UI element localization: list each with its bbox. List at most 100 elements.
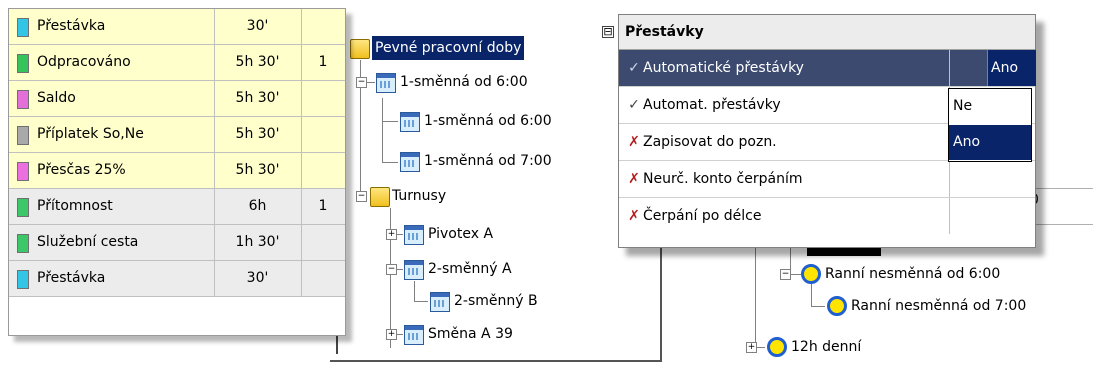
color-swatch bbox=[17, 270, 29, 289]
tree-connector bbox=[382, 98, 383, 162]
row-value: 30' bbox=[214, 9, 302, 44]
row-label: Odpracováno bbox=[37, 54, 131, 70]
time-summary-table: Přestávka 30' Odpracováno 5h 30' 1 Saldo… bbox=[8, 8, 346, 336]
row-value: 5h 30' bbox=[214, 45, 302, 80]
expand-toggle[interactable]: − bbox=[356, 191, 367, 202]
tree-node-label: 2-směnný A bbox=[428, 261, 512, 277]
table-row[interactable]: Přesčas 25% 5h 30' bbox=[9, 153, 345, 189]
cross-icon: ✗ bbox=[628, 171, 640, 187]
color-swatch bbox=[17, 90, 29, 109]
tree-connector bbox=[811, 284, 812, 306]
tree-node-label: Pivotex A bbox=[428, 226, 494, 242]
tree-connector bbox=[757, 347, 765, 348]
table-row[interactable]: Přestávka 30' bbox=[9, 261, 345, 297]
calendar-icon bbox=[404, 325, 424, 345]
tree-connector bbox=[397, 234, 403, 235]
sun-icon bbox=[767, 337, 787, 357]
property-name-cell: ✓ Automat. přestávky bbox=[619, 87, 950, 123]
tree-node-label: Směna A 39 bbox=[428, 326, 513, 342]
tree-node-label: 2-směnný B bbox=[454, 293, 538, 309]
tree-connector bbox=[811, 306, 825, 307]
row-count bbox=[301, 81, 345, 116]
row-label: Příplatek So,Ne bbox=[37, 126, 144, 142]
row-name-cell: Odpracováno bbox=[9, 45, 215, 80]
shift-tree-panel: Pevné pracovní doby − 1-směnná od 6:00 1… bbox=[330, 18, 662, 362]
row-count bbox=[301, 261, 345, 296]
value-dropdown-list[interactable]: Ne Ano bbox=[948, 88, 1032, 162]
row-label: Saldo bbox=[37, 90, 76, 106]
obscured-item bbox=[807, 248, 881, 256]
collapse-group-icon[interactable]: ⊟ bbox=[602, 26, 614, 38]
table-row[interactable]: Přítomnost 6h 1 bbox=[9, 189, 345, 225]
property-name-cell: ✓ Automatické přestávky bbox=[619, 50, 950, 86]
tree-node-label: Ranní nesměnná od 7:00 bbox=[851, 298, 1027, 314]
tree-node-label: 1-směnná od 6:00 bbox=[400, 74, 528, 90]
shift-subtree: − Ranní nesměnná od 6:00 Ranní nesměnná … bbox=[735, 248, 1093, 370]
row-count bbox=[301, 225, 345, 260]
property-value-select[interactable]: Ano bbox=[987, 50, 1036, 86]
open-folder-icon bbox=[350, 39, 370, 59]
expand-toggle[interactable]: − bbox=[780, 269, 791, 280]
row-name-cell: Příplatek So,Ne bbox=[9, 117, 215, 152]
tree-node-label: 1-směnná od 7:00 bbox=[424, 153, 552, 169]
row-value: 5h 30' bbox=[214, 117, 302, 152]
row-name-cell: Přestávka bbox=[9, 9, 215, 44]
dropdown-option-ano[interactable]: Ano bbox=[949, 125, 1031, 160]
tree-node-root-label: Pevné pracovní doby bbox=[372, 36, 525, 60]
row-label: Služební cesta bbox=[37, 234, 139, 250]
check-icon: ✓ bbox=[628, 60, 640, 76]
calendar-icon bbox=[404, 225, 424, 245]
property-group-title: Přestávky bbox=[625, 24, 704, 40]
tree-node-label: 1-směnná od 6:00 bbox=[424, 113, 552, 129]
tree-connector bbox=[397, 334, 403, 335]
property-row-automaticke-prestavky[interactable]: ✓ Automatické přestávky Ano bbox=[619, 50, 1036, 87]
color-swatch bbox=[17, 54, 29, 73]
row-count: 1 bbox=[318, 54, 328, 70]
color-swatch bbox=[17, 18, 29, 37]
property-label: Automat. přestávky bbox=[643, 97, 781, 113]
calendar-icon bbox=[400, 112, 420, 132]
table-row[interactable]: Příplatek So,Ne 5h 30' bbox=[9, 117, 345, 153]
row-label: Přestávka bbox=[37, 270, 106, 286]
check-icon: ✓ bbox=[628, 97, 640, 113]
property-group-header[interactable]: ⊟ Přestávky bbox=[602, 15, 1035, 50]
property-row-neurc-konto[interactable]: ✗ Neurč. konto čerpáním bbox=[619, 161, 1035, 198]
expand-toggle[interactable]: − bbox=[386, 264, 397, 275]
row-count bbox=[301, 117, 345, 152]
property-name-cell: ✗ Neurč. konto čerpáním bbox=[619, 161, 950, 197]
row-value: 6h bbox=[214, 189, 302, 224]
table-row[interactable]: Saldo 5h 30' bbox=[9, 81, 345, 117]
calendar-icon bbox=[430, 292, 450, 312]
tree-connector bbox=[382, 121, 398, 122]
expand-toggle[interactable]: + bbox=[386, 329, 397, 340]
table-row[interactable]: Odpracováno 5h 30' 1 bbox=[9, 45, 345, 81]
dropdown-option-ne[interactable]: Ne bbox=[949, 89, 1031, 124]
property-row-cerpani[interactable]: ✗ Čerpání po délce bbox=[619, 198, 1035, 234]
row-value: 5h 30' bbox=[214, 81, 302, 116]
expand-toggle[interactable]: + bbox=[386, 229, 397, 240]
row-label: Přestávka bbox=[37, 18, 106, 34]
table-row[interactable]: Přestávka 30' bbox=[9, 9, 345, 45]
calendar-icon bbox=[404, 260, 424, 280]
row-name-cell: Služební cesta bbox=[9, 225, 215, 260]
row-value: 5h 30' bbox=[214, 153, 302, 188]
tree-node-label: 12h denní bbox=[791, 339, 862, 355]
tree-connector bbox=[397, 269, 403, 270]
expand-toggle[interactable]: − bbox=[356, 77, 367, 88]
property-label: Neurč. konto čerpáním bbox=[643, 171, 803, 187]
tree-connector bbox=[382, 162, 398, 163]
property-name-cell: ✗ Zapisovat do pozn. bbox=[619, 124, 950, 160]
row-name-cell: Přestávka bbox=[9, 261, 215, 296]
tree-connector bbox=[414, 281, 415, 301]
property-label: Zapisovat do pozn. bbox=[643, 134, 777, 150]
row-name-cell: Přesčas 25% bbox=[9, 153, 215, 188]
row-value: 1h 30' bbox=[214, 225, 302, 260]
expand-toggle[interactable]: + bbox=[746, 342, 757, 353]
row-count: 1 bbox=[318, 198, 328, 214]
table-row[interactable]: Služební cesta 1h 30' bbox=[9, 225, 345, 261]
tree-node-label: Turnusy bbox=[392, 188, 447, 204]
tree-connector bbox=[755, 248, 756, 348]
calendar-icon bbox=[400, 152, 420, 172]
color-swatch bbox=[17, 126, 29, 145]
open-folder-icon bbox=[370, 187, 390, 207]
